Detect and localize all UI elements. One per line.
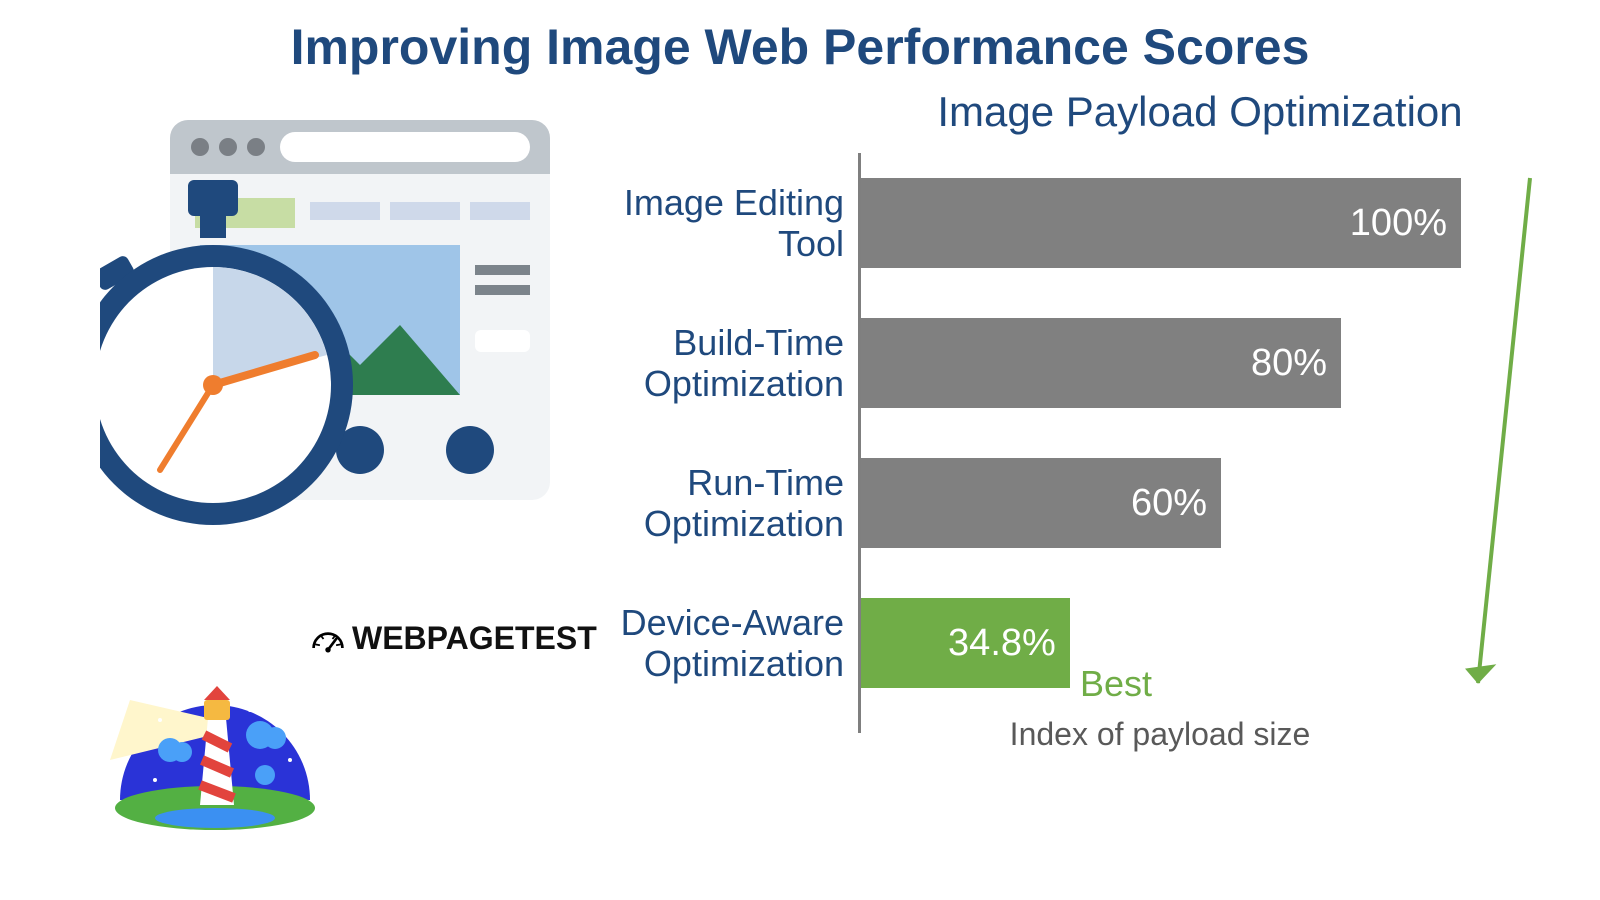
bar-zone: 80% (861, 318, 1461, 408)
bar-zone: 100% (861, 178, 1461, 268)
bar: 60% (861, 458, 1221, 548)
chart-plot-area: Image EditingTool100%Build-TimeOptimizat… (600, 153, 1550, 753)
chart-title: Image Payload Optimization (860, 88, 1540, 136)
bar-chart: Image Payload Optimization Image Editing… (600, 88, 1550, 858)
chart-row: Image EditingTool100% (600, 163, 1550, 283)
webpagetest-label: WEBPAGETEST (352, 620, 597, 657)
category-label: Image EditingTool (600, 182, 860, 265)
category-label: Run-TimeOptimization (600, 462, 860, 545)
bar-zone: 60% (861, 458, 1461, 548)
best-annotation: Best (1080, 663, 1152, 705)
x-axis-label: Index of payload size (860, 716, 1460, 753)
chart-row: Build-TimeOptimization80% (600, 303, 1550, 423)
chart-row: Run-TimeOptimization60% (600, 443, 1550, 563)
bar-zone: 34.8% (861, 598, 1461, 688)
performance-illustration (100, 110, 560, 540)
slide: Improving Image Web Performance Scores (0, 0, 1600, 900)
lighthouse-logo (100, 640, 330, 830)
page-title: Improving Image Web Performance Scores (0, 18, 1600, 76)
category-label: Build-TimeOptimization (600, 322, 860, 405)
chart-row: Device-AwareOptimization34.8% (600, 583, 1550, 703)
bar: 34.8% (861, 598, 1070, 688)
trend-arrow-icon (1460, 173, 1540, 733)
category-label: Device-AwareOptimization (600, 602, 860, 685)
bar: 100% (861, 178, 1461, 268)
bar: 80% (861, 318, 1341, 408)
webpagetest-logo: WEBPAGETEST (310, 620, 597, 657)
